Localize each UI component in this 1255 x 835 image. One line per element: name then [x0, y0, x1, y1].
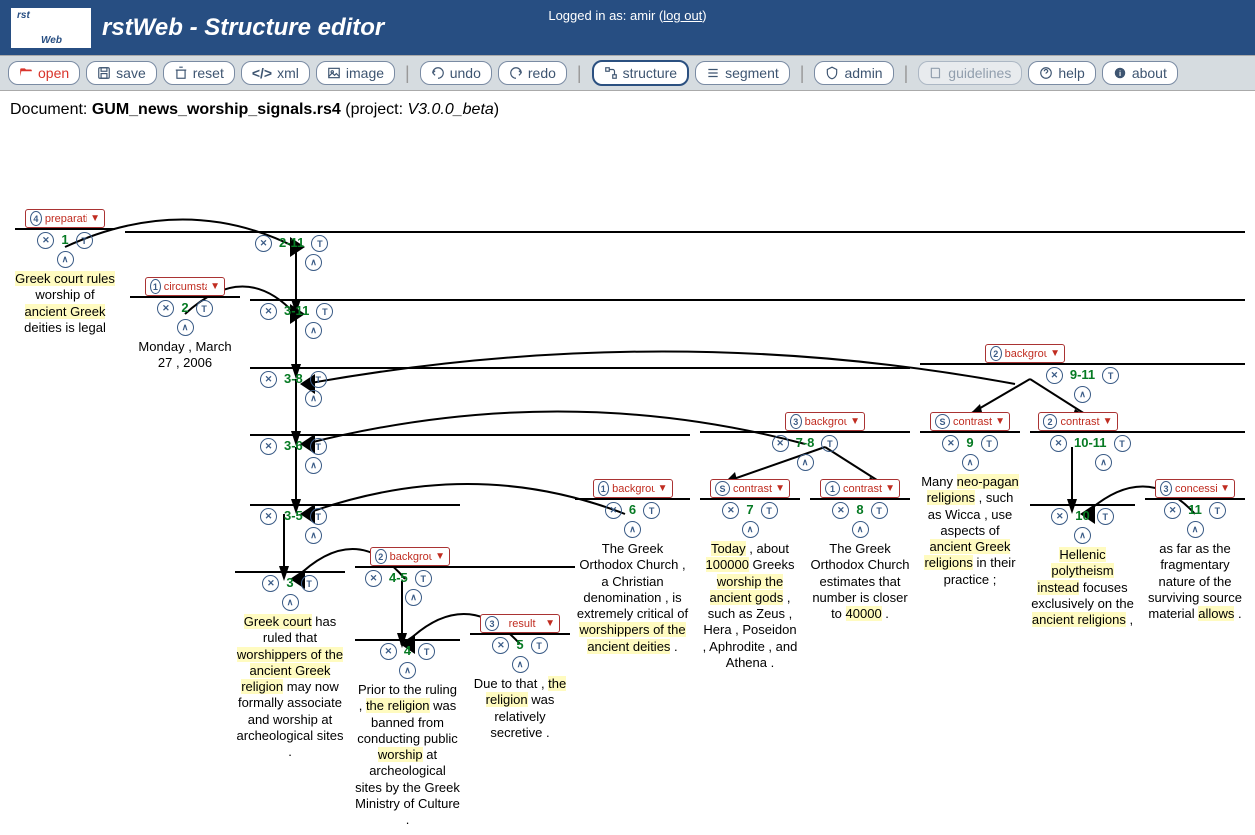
- up-icon[interactable]: ∧: [57, 251, 74, 268]
- node-5[interactable]: 3result▼ ✕5T ∧ Due to that , the religio…: [470, 614, 570, 741]
- rel-background-78[interactable]: 3background▼: [785, 412, 865, 431]
- guidelines-button[interactable]: guidelines: [918, 61, 1022, 85]
- about-button[interactable]: iabout: [1102, 61, 1178, 85]
- tree-canvas: 4preparation▼ ✕1T ∧ Greek court rules wo…: [5, 149, 1245, 789]
- node-3-8[interactable]: ✕3-8T ∧: [250, 367, 910, 407]
- t-icon[interactable]: T: [76, 232, 93, 249]
- rel-result[interactable]: 3result▼: [480, 614, 560, 633]
- delete-icon[interactable]: ✕: [37, 232, 54, 249]
- save-button[interactable]: save: [86, 61, 157, 85]
- rel-preparation[interactable]: 4preparation▼: [25, 209, 105, 228]
- admin-button[interactable]: admin: [814, 61, 893, 85]
- rel-contrast-8[interactable]: 1contrast▼: [820, 479, 900, 498]
- node-10[interactable]: ✕10T ∧ Hellenic polytheism instead focus…: [1030, 504, 1135, 628]
- logout-link[interactable]: log out: [663, 8, 702, 23]
- rel-contrast-1011[interactable]: 2contrast▼: [1038, 412, 1118, 431]
- logo: rstWeb: [10, 7, 92, 49]
- help-button[interactable]: help: [1028, 61, 1095, 85]
- reset-button[interactable]: reset: [163, 61, 235, 85]
- rel-contrast-9[interactable]: Scontrast▼: [930, 412, 1010, 431]
- node-2[interactable]: 1circumstance▼ ✕2T ∧ Monday , March 27 ,…: [130, 277, 240, 372]
- node-3-6[interactable]: ✕3-6T ∧: [250, 434, 690, 474]
- node-9[interactable]: Scontrast▼ ✕9T ∧ Many neo-pagan religion…: [920, 412, 1020, 588]
- node-7-8[interactable]: 3background▼ ✕7-8T ∧: [700, 412, 910, 471]
- node-4[interactable]: ✕4T ∧ Prior to the ruling , the religion…: [355, 639, 460, 828]
- node-7[interactable]: Scontrast▼ ✕7T ∧ Today , about 100000 Gr…: [700, 479, 800, 671]
- node-1[interactable]: 4preparation▼ ✕1T ∧ Greek court rules wo…: [15, 209, 115, 336]
- redo-button[interactable]: redo: [498, 61, 567, 85]
- node-11[interactable]: 3concession▼ ✕11T ∧ as far as the fragme…: [1145, 479, 1245, 622]
- structure-button[interactable]: structure: [592, 60, 689, 86]
- login-status: Logged in as: amir (log out): [548, 8, 706, 23]
- svg-text:i: i: [1119, 69, 1121, 78]
- node-10-11[interactable]: 2contrast▼ ✕10-11T ∧: [1030, 412, 1245, 471]
- node-4-5[interactable]: 2background▼ ✕4-5T ∧: [355, 547, 575, 606]
- xml-button[interactable]: </>xml: [241, 61, 310, 85]
- undo-button[interactable]: undo: [420, 61, 492, 85]
- image-button[interactable]: image: [316, 61, 395, 85]
- rel-contrast-7[interactable]: Scontrast▼: [710, 479, 790, 498]
- node-9-11[interactable]: 2background▼ ✕9-11T ∧: [920, 344, 1245, 403]
- rel-concession[interactable]: 3concession▼: [1155, 479, 1235, 498]
- rel-background[interactable]: 2background▼: [985, 344, 1065, 363]
- toolbar: open save reset </>xml image | undo redo…: [0, 55, 1255, 91]
- doc-info: Document: GUM_news_worship_signals.rs4 (…: [0, 91, 1255, 149]
- app-title: rstWeb - Structure editor: [102, 14, 384, 42]
- rel-background-45[interactable]: 2background▼: [370, 547, 450, 566]
- rel-background-6[interactable]: 1background▼: [593, 479, 673, 498]
- node-3-5[interactable]: ✕3-5T ∧: [250, 504, 460, 544]
- segment-button[interactable]: segment: [695, 61, 790, 85]
- open-button[interactable]: open: [8, 61, 80, 85]
- node-3[interactable]: ✕3T ∧ Greek court has ruled that worship…: [235, 571, 345, 760]
- rel-circumstance[interactable]: 1circumstance▼: [145, 277, 225, 296]
- node-2-11[interactable]: ✕2-11T ∧: [125, 231, 1245, 271]
- node-6[interactable]: 1background▼ ✕6T ∧ The Greek Orthodox Ch…: [575, 479, 690, 655]
- node-8[interactable]: 1contrast▼ ✕8T ∧ The Greek Orthodox Chur…: [810, 479, 910, 622]
- node-3-11[interactable]: ✕3-11T ∧: [250, 299, 1245, 339]
